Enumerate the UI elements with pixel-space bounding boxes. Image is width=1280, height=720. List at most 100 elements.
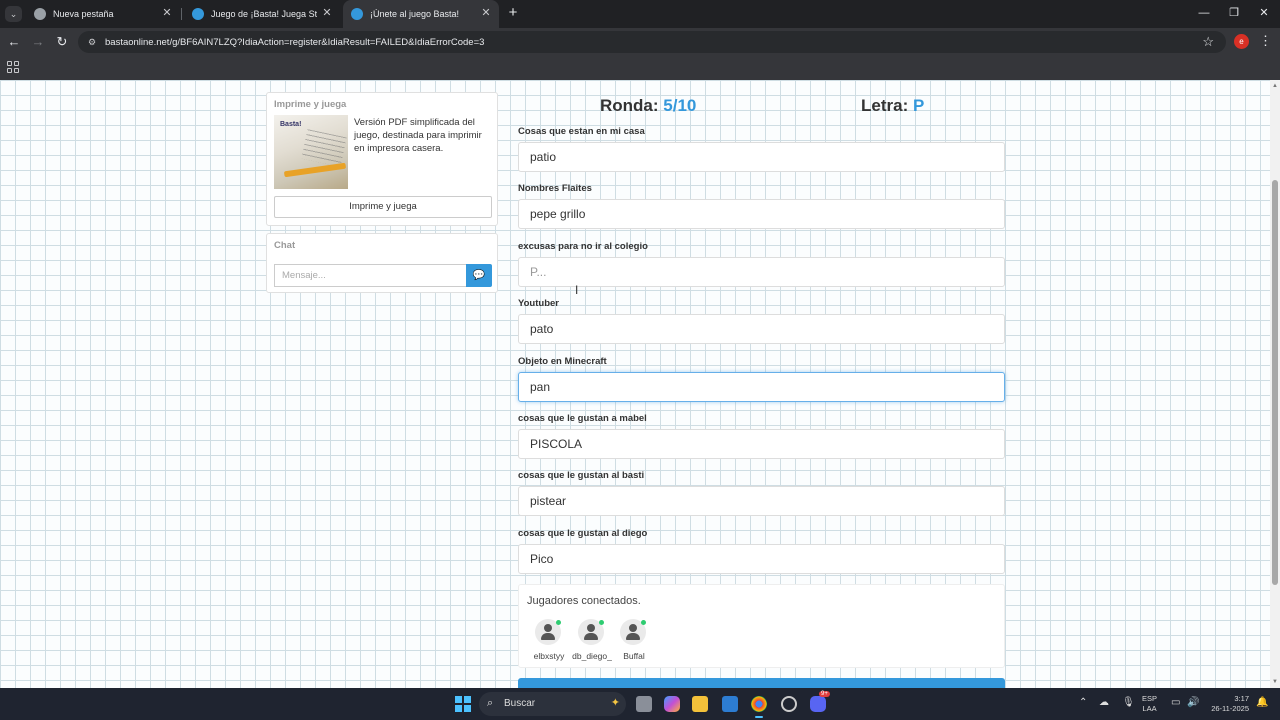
scroll-up-arrow-icon[interactable]: ▲ xyxy=(1271,82,1279,90)
taskbar-search-box[interactable]: ⌕ Buscar ✦ xyxy=(479,692,626,716)
print-panel-title: Imprime y juega xyxy=(274,99,347,110)
language-code: ESP xyxy=(1142,694,1158,703)
close-icon[interactable]: ✕ xyxy=(160,6,174,20)
category-label: cosas que le gustan a mabel xyxy=(518,413,647,424)
tab-divider xyxy=(181,8,182,20)
tab-search-icon[interactable]: ⌄ xyxy=(5,6,22,22)
close-icon[interactable]: ✕ xyxy=(479,6,493,20)
new-tab-plus-icon[interactable]: + xyxy=(505,5,521,21)
taskbar-search-label: Buscar xyxy=(504,698,536,709)
reload-icon[interactable]: ↻ xyxy=(54,34,70,50)
category-label: Youtuber xyxy=(518,298,559,309)
address-bar[interactable]: ⚙ bastaonline.net/g/BF6AIN7LZQ?IdiaActio… xyxy=(78,31,1226,53)
print-and-play-button[interactable]: Imprime y juega xyxy=(274,196,492,218)
round-label: Ronda: xyxy=(600,96,659,115)
forward-arrow-icon[interactable]: → xyxy=(30,34,46,50)
site-info-icon[interactable]: ⚙ xyxy=(86,36,98,48)
volume-icon[interactable]: 🔊 xyxy=(1187,697,1199,708)
tray-chevron-icon[interactable]: ⌃ xyxy=(1079,697,1087,708)
restore-icon[interactable]: ❐ xyxy=(1226,5,1242,21)
network-icon[interactable]: ▭ xyxy=(1171,697,1180,708)
windows-start-icon[interactable] xyxy=(455,696,471,712)
tab-title: Nueva pestaña xyxy=(53,9,114,19)
category-label: Nombres Flaites xyxy=(518,183,592,194)
chrome-taskbar-icon[interactable] xyxy=(751,696,767,718)
player-name: elbxstyy xyxy=(533,651,565,661)
onedrive-cloud-icon[interactable]: ☁ xyxy=(1099,697,1109,708)
tab-title: ¡Únete al juego Basta! xyxy=(370,9,460,19)
discord-icon[interactable]: 9+ xyxy=(810,691,830,712)
print-description: Versión PDF simplificada del juego, dest… xyxy=(354,117,482,154)
scroll-down-arrow-icon[interactable]: ▼ xyxy=(1271,678,1279,686)
category-label: Objeto en Minecraft xyxy=(518,356,607,367)
bookmarks-bar xyxy=(0,56,1280,80)
pencil-image xyxy=(283,162,347,178)
text-cursor-icon: I xyxy=(575,283,579,297)
scrollbar-thumb[interactable] xyxy=(1272,180,1278,585)
player-name: Buffal xyxy=(623,651,645,661)
clock-time: 3:17 xyxy=(1234,694,1249,703)
bookmark-star-icon[interactable]: ☆ xyxy=(1202,34,1214,50)
letter-label: Letra: xyxy=(861,96,909,115)
microsoft-store-icon[interactable] xyxy=(722,696,738,712)
chrome-icon xyxy=(34,8,46,20)
category-input[interactable] xyxy=(518,544,1005,574)
tab-new-tab[interactable]: Nueva pestaña ✕ xyxy=(26,0,180,28)
category-label: cosas que le gustan al diego xyxy=(518,528,648,539)
url-text: bastaonline.net/g/BF6AIN7LZQ?IdiaAction=… xyxy=(105,37,485,48)
notification-bell-icon[interactable]: 🔔 xyxy=(1256,697,1268,708)
round-indicator: Ronda: 5/10 xyxy=(600,96,696,116)
basta-favicon-icon xyxy=(192,8,204,20)
copilot-sparkle-icon: ✦ xyxy=(610,697,620,709)
windows-taskbar: ⌕ Buscar ✦ 9+ ⌃ ☁ 🎙 ESP LAA ▭ 🔊 3:17 26-… xyxy=(0,688,1280,720)
online-status-dot xyxy=(599,620,604,625)
paper-lines xyxy=(301,129,347,167)
category-label: cosas que le gustan al basti xyxy=(518,470,645,481)
chat-title: Chat xyxy=(274,240,296,251)
window-close-icon[interactable]: ✕ xyxy=(1256,5,1272,21)
menu-kebab-icon[interactable]: ⋮ xyxy=(1259,33,1272,49)
print-panel: Imprime y juega Basta! Versión PDF simpl… xyxy=(266,92,498,226)
category-input[interactable] xyxy=(518,257,1005,287)
chat-panel: Chat 💬 xyxy=(266,233,498,293)
players-title: Jugadores conectados. xyxy=(527,595,641,607)
category-input[interactable] xyxy=(518,314,1005,344)
task-view-icon[interactable] xyxy=(636,696,652,712)
discord-badge: 9+ xyxy=(819,691,830,697)
tab-basta-home[interactable]: Juego de ¡Basta! Juega Stop, Tu ✕ xyxy=(184,0,340,28)
page-scrollbar[interactable]: ▲ ▼ xyxy=(1270,80,1280,688)
file-explorer-icon[interactable] xyxy=(692,696,708,712)
category-input[interactable] xyxy=(518,486,1005,516)
comment-icon: 💬 xyxy=(472,270,486,281)
round-value: 5/10 xyxy=(663,96,697,115)
category-input[interactable] xyxy=(518,429,1005,459)
tab-bar: ⌄ Nueva pestaña ✕ Juego de ¡Basta! Juega… xyxy=(0,0,1280,28)
back-arrow-icon[interactable]: ← xyxy=(6,34,22,50)
category-input[interactable] xyxy=(518,142,1005,172)
category-input[interactable] xyxy=(518,199,1005,229)
system-clock[interactable]: 3:17 26-11-2025 xyxy=(1205,694,1249,714)
online-status-dot xyxy=(556,620,561,625)
online-status-dot xyxy=(641,620,646,625)
tab-title: Juego de ¡Basta! Juega Stop, Tu xyxy=(211,9,317,19)
apps-grid-icon[interactable] xyxy=(7,61,19,73)
microphone-icon[interactable]: 🎙 xyxy=(1122,697,1135,708)
print-preview-image: Basta! xyxy=(274,115,348,189)
tab-basta-join[interactable]: ¡Únete al juego Basta! ✕ xyxy=(343,0,499,28)
player-name: db_diego_ xyxy=(572,651,612,661)
chat-send-button[interactable]: 💬 xyxy=(466,264,492,287)
connected-players-panel: Jugadores conectados. elbxstyy db_diego_… xyxy=(518,584,1005,668)
profile-avatar[interactable]: e xyxy=(1234,34,1249,49)
page-viewport: Imprime y juega Basta! Versión PDF simpl… xyxy=(0,80,1270,688)
category-label: excusas para no ir al colegio xyxy=(518,241,648,252)
basta-favicon-icon xyxy=(351,8,363,20)
close-icon[interactable]: ✕ xyxy=(320,6,334,20)
copilot-icon[interactable] xyxy=(664,696,680,712)
chat-message-input[interactable] xyxy=(274,264,466,287)
minimize-icon[interactable]: — xyxy=(1196,5,1212,21)
letter-indicator: Letra: P xyxy=(861,96,924,116)
submit-button[interactable] xyxy=(518,678,1005,688)
language-indicator[interactable]: ESP LAA xyxy=(1142,694,1157,714)
category-input-focused[interactable] xyxy=(518,372,1005,402)
steam-icon[interactable] xyxy=(781,696,797,712)
